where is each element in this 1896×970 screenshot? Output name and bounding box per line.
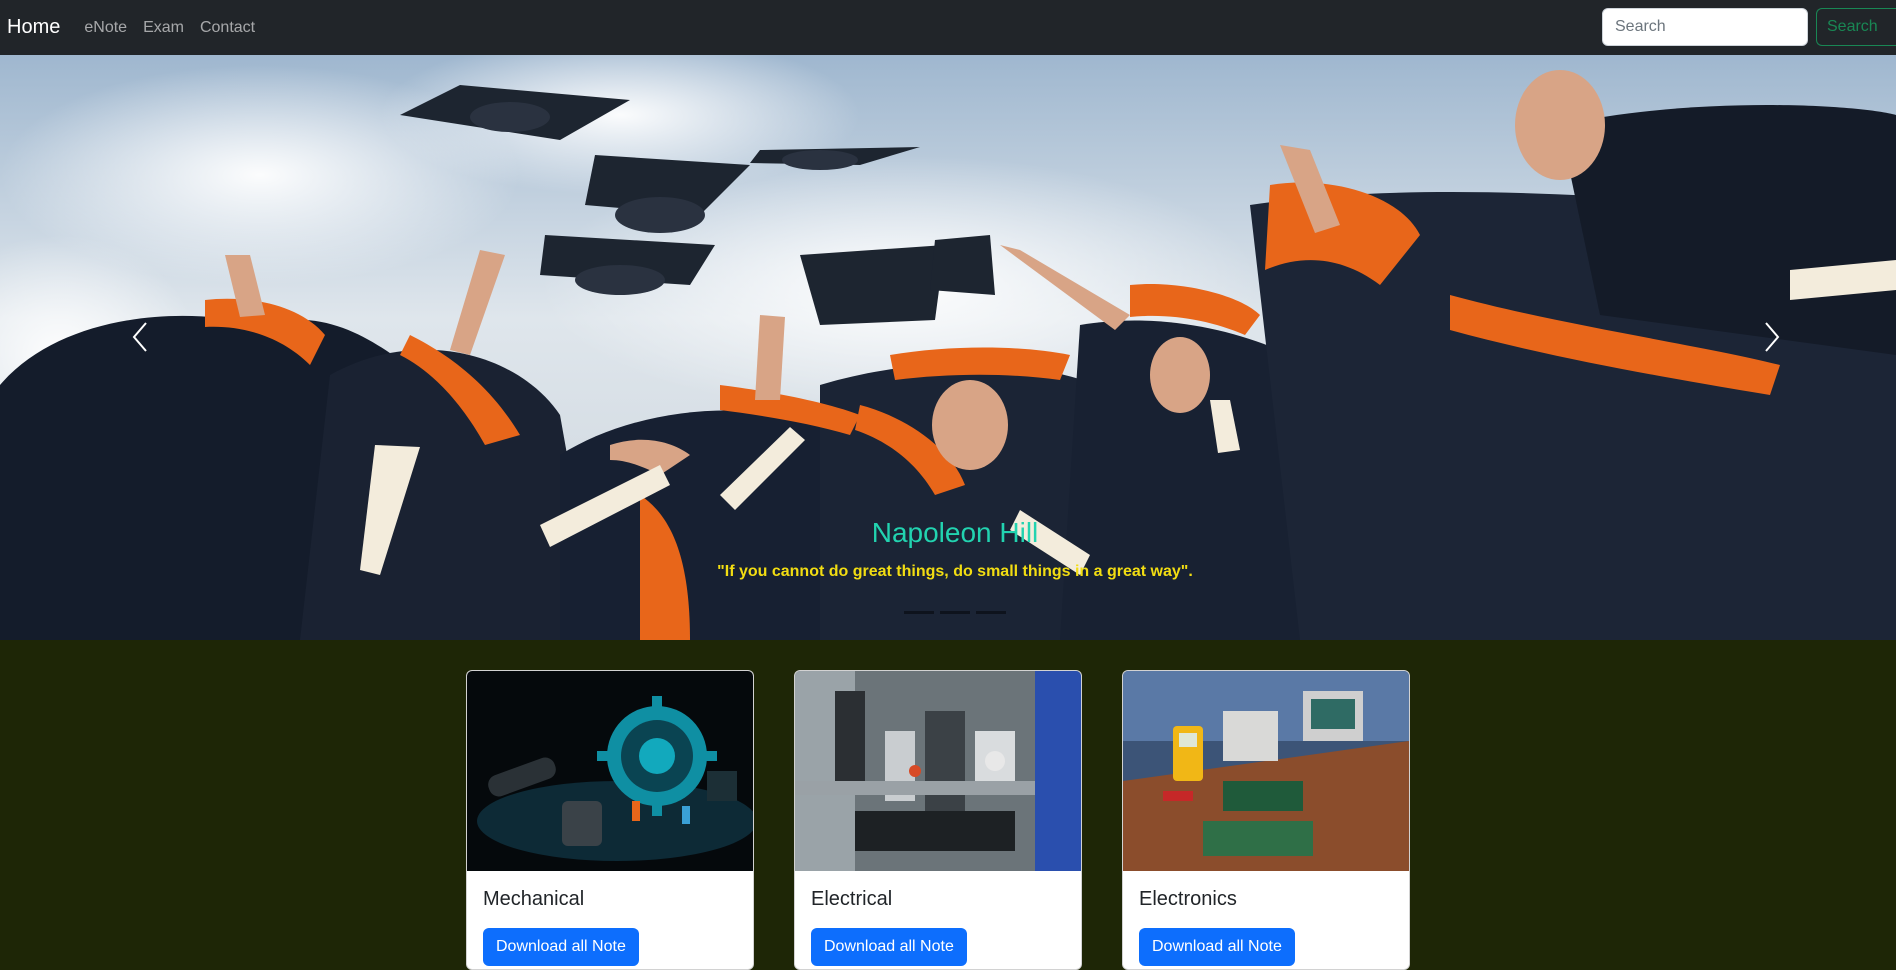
carousel-prev-icon[interactable] bbox=[128, 320, 152, 354]
navbar: Home eNote Exam Contact Search bbox=[0, 0, 1896, 55]
download-electronics-button[interactable]: Download all Note bbox=[1139, 928, 1295, 966]
brand-home-link[interactable]: Home bbox=[7, 16, 60, 39]
card-image-electronics bbox=[1123, 671, 1409, 871]
card-image-mechanical bbox=[467, 671, 753, 871]
carousel-indicator-3[interactable] bbox=[976, 611, 1006, 614]
graduation-hero-image bbox=[0, 55, 1896, 640]
search-button[interactable]: Search bbox=[1816, 8, 1896, 46]
card-mechanical: Mechanical Download all Note bbox=[466, 670, 754, 970]
search-input[interactable] bbox=[1602, 8, 1808, 46]
carousel-indicator-2[interactable] bbox=[940, 611, 970, 614]
carousel-next-icon[interactable] bbox=[1760, 320, 1784, 354]
card-title-electrical: Electrical bbox=[811, 888, 893, 910]
card-title-mechanical: Mechanical bbox=[483, 888, 585, 910]
hero-carousel: Napoleon Hill "If you cannot do great th… bbox=[0, 55, 1896, 640]
carousel-indicators bbox=[904, 611, 1006, 614]
nav-link-exam[interactable]: Exam bbox=[143, 19, 184, 37]
card-electrical: Electrical Download all Note bbox=[794, 670, 1082, 970]
carousel-indicator-1[interactable] bbox=[904, 611, 934, 614]
carousel-caption-quote: "If you cannot do great things, do small… bbox=[717, 563, 1193, 580]
card-title-electronics: Electronics bbox=[1139, 888, 1237, 910]
download-mechanical-button[interactable]: Download all Note bbox=[483, 928, 639, 966]
card-electronics: Electronics Download all Note bbox=[1122, 670, 1410, 970]
download-electrical-button[interactable]: Download all Note bbox=[811, 928, 967, 966]
carousel-caption-title: Napoleon Hill bbox=[871, 517, 1039, 548]
search-form: Search bbox=[1602, 8, 1896, 46]
card-image-electrical bbox=[795, 671, 1081, 871]
nav-link-enote[interactable]: eNote bbox=[84, 19, 127, 37]
nav-link-contact[interactable]: Contact bbox=[200, 19, 255, 37]
